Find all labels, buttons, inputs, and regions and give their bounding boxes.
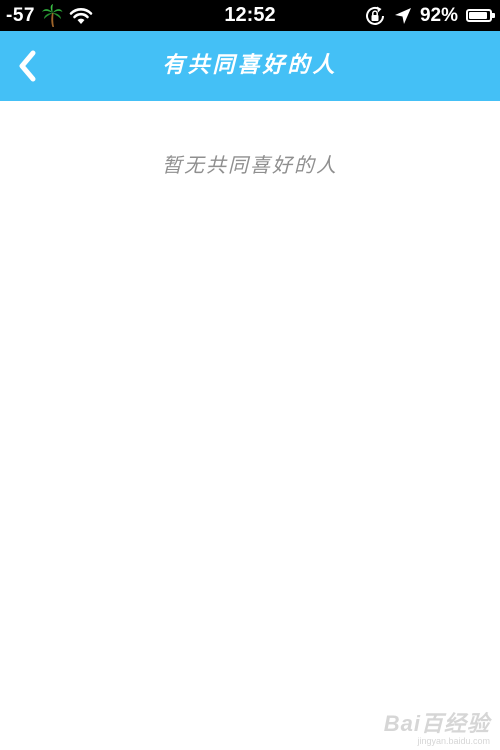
main-content: 暂无共同喜好的人 (0, 101, 500, 750)
battery-percent: 92% (419, 4, 458, 26)
battery-icon (466, 9, 495, 22)
battery-level-fill (469, 12, 487, 19)
empty-state-message: 暂无共同喜好的人 (162, 153, 338, 177)
status-right: 92% (364, 0, 495, 31)
watermark-url: jingyan.baidu.com (417, 736, 490, 746)
back-button[interactable] (0, 31, 56, 101)
location-arrow-icon (394, 7, 412, 25)
watermark: Bai百经验 jingyan.baidu.com (383, 711, 490, 747)
chevron-left-icon (16, 49, 40, 83)
rotation-lock-icon (364, 5, 386, 27)
watermark-logo: Bai百经验 (383, 711, 490, 736)
nav-bar: 有共同喜好的人 (0, 31, 500, 101)
status-bar: -57 12:52 92% (0, 0, 500, 31)
page-title: 有共同喜好的人 (162, 52, 338, 78)
